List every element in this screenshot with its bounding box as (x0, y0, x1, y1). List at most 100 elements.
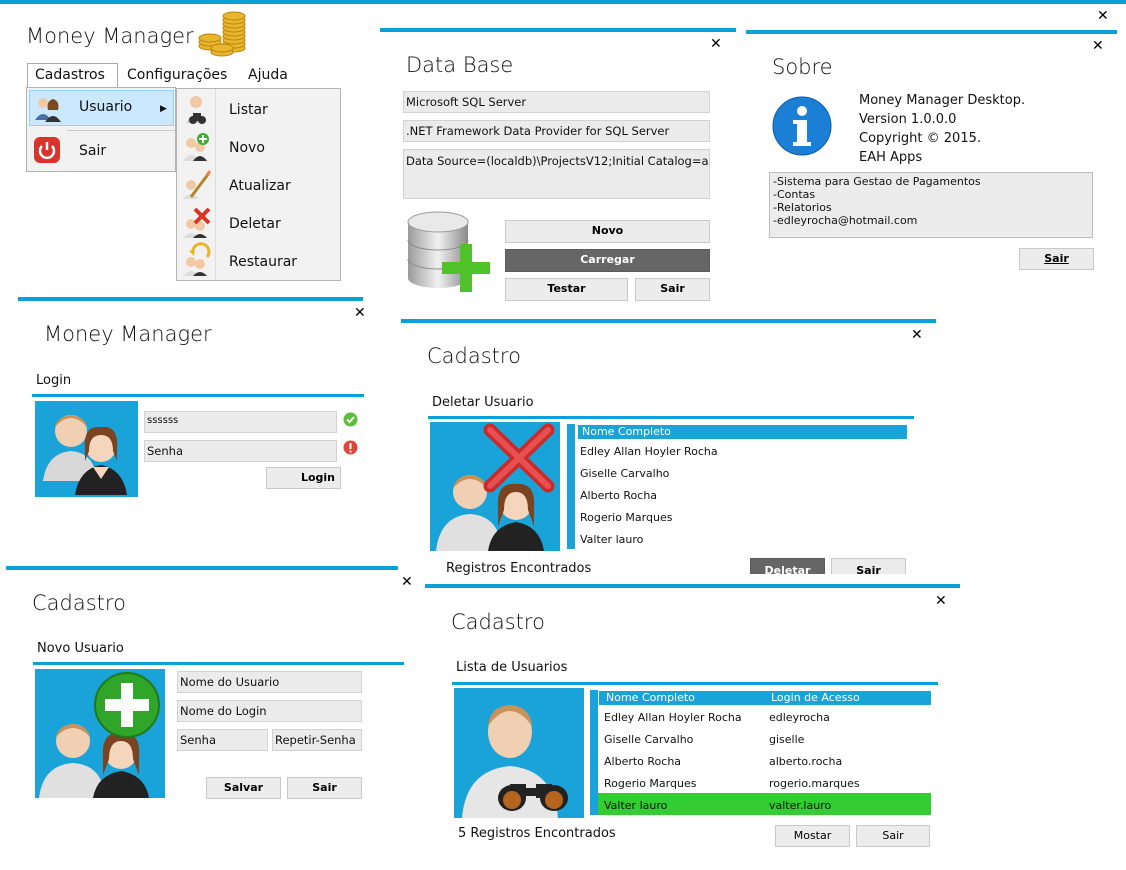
novo-nome-login-input[interactable]: Nome do Login (177, 700, 362, 722)
lista-close-icon[interactable]: ✕ (935, 594, 947, 608)
login-button[interactable]: Login (266, 467, 341, 489)
novo-section-underline (33, 662, 404, 665)
menu-configuracoes[interactable]: Configurações (127, 67, 227, 83)
login-section-label: Login (36, 373, 72, 388)
add-users-icon (39, 672, 160, 798)
table-cell-login[interactable]: giselle (769, 733, 804, 746)
about-description-line: -Relatorios (773, 201, 832, 214)
table-cell-login[interactable]: rogerio.marques (769, 777, 860, 790)
database-novo-button[interactable]: Novo (505, 220, 710, 243)
database-sair-button[interactable]: Sair (635, 278, 710, 301)
table-cell-login[interactable]: valter.lauro (769, 799, 831, 812)
login-username-input[interactable]: ssssss (144, 411, 337, 433)
top-accent-line (0, 0, 1126, 4)
list-item[interactable]: Edley Allan Hoyler Rocha (580, 445, 718, 458)
menu-cadastros[interactable]: Cadastros (35, 67, 105, 83)
submenu-item-atualizar[interactable]: Atualizar (229, 178, 291, 194)
about-description-line: -Sistema para Gestao de Pagamentos (773, 175, 981, 188)
deletar-sair-button[interactable]: Sair (831, 558, 906, 574)
database-server-field[interactable]: Microsoft SQL Server (403, 91, 710, 113)
cadastros-dropdown: Usuario ▶ Sair (26, 87, 176, 172)
about-accent-bar (746, 30, 1117, 34)
table-cell-nome[interactable]: Rogerio Marques (604, 777, 696, 790)
users-icon (35, 98, 61, 122)
lista-section-underline (452, 682, 938, 685)
submenu-item-listar[interactable]: Listar (229, 102, 268, 118)
submenu-arrow-icon: ▶ (160, 104, 167, 114)
about-title: Sobre (772, 55, 833, 79)
lista-user-image (454, 688, 584, 818)
novo-title: Cadastro (32, 591, 126, 615)
novo-close-icon[interactable]: ✕ (401, 575, 413, 589)
lista-column-login[interactable]: Login de Acesso (771, 691, 860, 705)
power-icon (34, 137, 60, 163)
login-close-icon[interactable]: ✕ (354, 306, 366, 320)
about-close-icon[interactable]: ✕ (1092, 39, 1104, 53)
coins-icon (198, 11, 246, 57)
menu-item-usuario[interactable]: Usuario (79, 99, 132, 115)
novo-repetir-senha-input[interactable]: Repetir-Senha (272, 729, 362, 751)
novo-users-image (35, 669, 165, 798)
menu-ajuda[interactable]: Ajuda (248, 67, 288, 83)
database-close-icon[interactable]: ✕ (710, 37, 722, 51)
users-avatar-icon (43, 415, 127, 495)
close-icon[interactable]: ✕ (1097, 9, 1109, 23)
list-item[interactable]: Giselle Carvalho (580, 467, 669, 480)
database-add-icon (407, 211, 490, 292)
table-cell-nome[interactable]: Valter lauro (604, 799, 667, 812)
menu-item-sair[interactable]: Sair (79, 143, 106, 159)
submenu-item-deletar[interactable]: Deletar (229, 216, 281, 232)
about-description-line: -edleyrocha@hotmail.com (773, 214, 918, 227)
login-password-input[interactable]: Senha (144, 440, 337, 462)
lista-sair-button[interactable]: Sair (856, 825, 930, 847)
submenu-item-restaurar[interactable]: Restaurar (229, 254, 297, 270)
table-cell-login[interactable]: alberto.rocha (769, 755, 842, 768)
menu-separator (67, 130, 175, 131)
list-item[interactable]: Rogerio Marques (580, 511, 672, 524)
novo-accent-bar (6, 566, 398, 570)
deletar-column-header[interactable]: Nome Completo (578, 425, 907, 439)
lista-column-nome[interactable]: Nome Completo (606, 691, 695, 705)
list-item[interactable]: Valter lauro (580, 533, 643, 546)
login-title: Money Manager (44, 322, 212, 346)
deletar-user-list[interactable] (567, 424, 907, 549)
lista-accent-bar (425, 584, 960, 588)
lista-mostar-button[interactable]: Mostar (775, 825, 850, 847)
table-cell-nome[interactable]: Alberto Rocha (604, 755, 681, 768)
database-testar-button[interactable]: Testar (505, 278, 628, 301)
submenu-item-novo[interactable]: Novo (229, 140, 265, 156)
list-item[interactable]: Alberto Rocha (580, 489, 657, 502)
novo-salvar-button[interactable]: Salvar (206, 777, 281, 799)
novo-sair-button[interactable]: Sair (287, 777, 362, 799)
usuario-submenu: Listar Novo Atualizar Deletar Restaurar (176, 88, 341, 281)
table-cell-nome[interactable]: Giselle Carvalho (604, 733, 693, 746)
deletar-sair-button-clip: Sair (831, 558, 906, 574)
table-cell-login[interactable]: edleyrocha (769, 711, 830, 724)
user-delete-icon (183, 207, 211, 238)
deletar-close-icon[interactable]: ✕ (911, 328, 923, 342)
app-title: Money Manager (26, 24, 194, 48)
about-description-box[interactable]: -Sistema para Gestao de Pagamentos -Cont… (769, 172, 1093, 238)
about-product-name: Money Manager Desktop. (859, 93, 1026, 108)
database-connection-field[interactable]: Data Source=(localdb)\ProjectsV12;Initia… (403, 149, 710, 199)
deletar-title: Cadastro (427, 344, 521, 368)
login-section-underline (32, 394, 364, 397)
database-carregar-button[interactable]: Carregar (505, 249, 710, 272)
deletar-section-underline (428, 416, 914, 419)
delete-users-icon (436, 423, 555, 551)
login-users-image (35, 401, 138, 497)
user-edit-icon (183, 170, 212, 199)
deletar-button[interactable]: Deletar (750, 558, 825, 574)
info-icon (772, 96, 832, 156)
login-accent-bar (18, 297, 363, 301)
user-add-icon (183, 133, 209, 161)
lista-title: Cadastro (451, 610, 545, 634)
database-provider-field[interactable]: .NET Framework Data Provider for SQL Ser… (403, 120, 710, 142)
database-title: Data Base (406, 53, 514, 77)
table-cell-nome[interactable]: Edley Allan Hoyler Rocha (604, 711, 742, 724)
novo-nome-usuario-input[interactable]: Nome do Usuario (177, 671, 362, 693)
novo-senha-input[interactable]: Senha (177, 729, 268, 751)
about-sair-button[interactable]: Sair (1019, 248, 1094, 270)
user-restore-icon (183, 242, 211, 276)
deletar-accent-bar (401, 319, 936, 323)
